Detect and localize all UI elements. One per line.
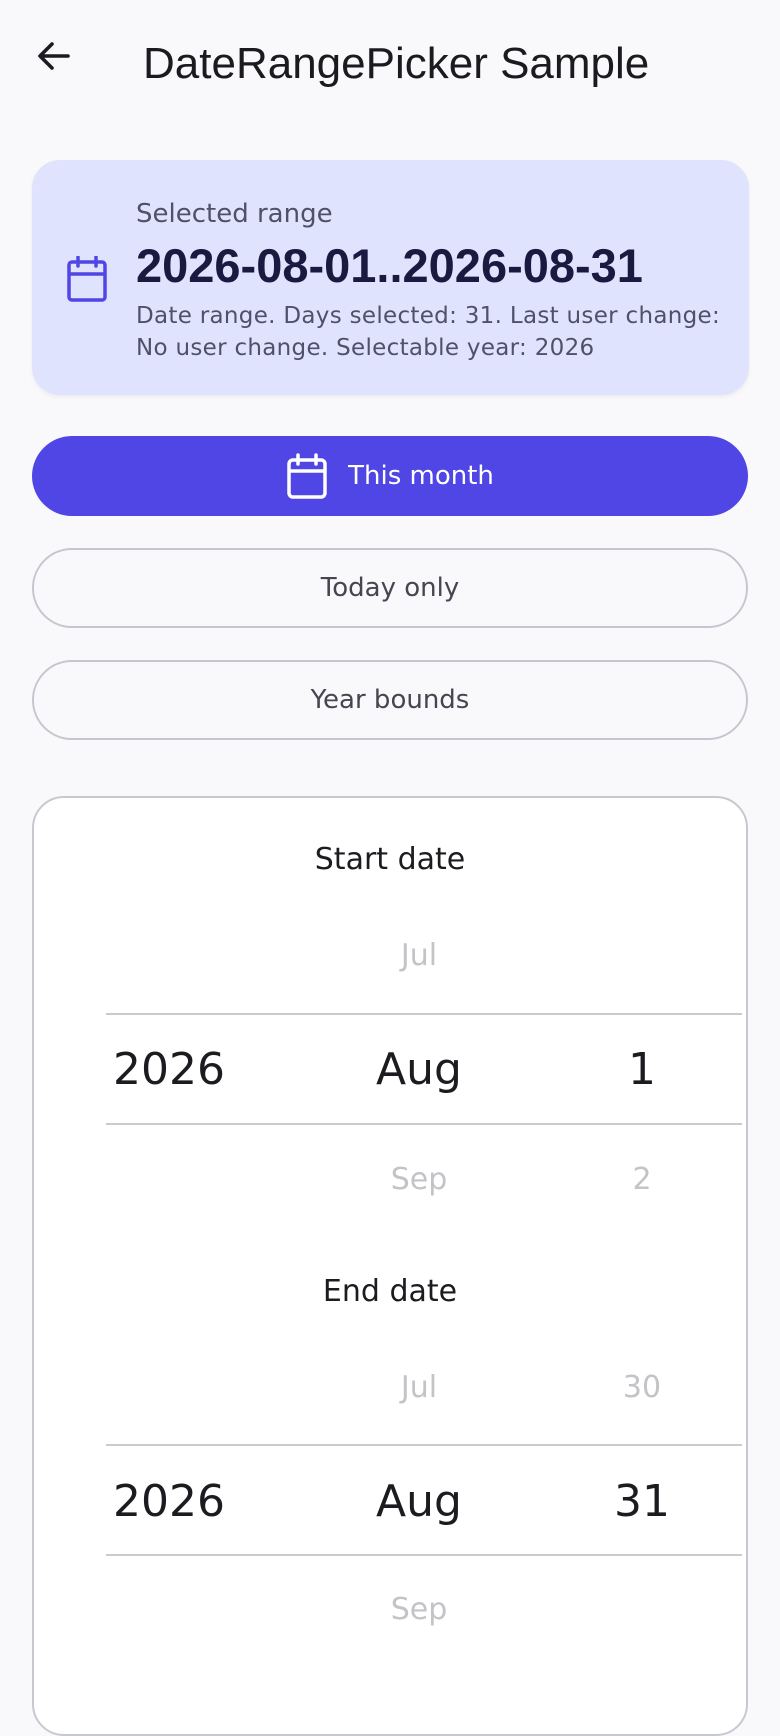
page-title: DateRangePicker Sample (143, 39, 650, 88)
range-description: Date range. Days selected: 31. Last user… (136, 303, 721, 361)
start-month-below[interactable]: Sep (391, 1160, 448, 1200)
end-month-wheel[interactable]: Aug (376, 1474, 462, 1530)
end-selection-top-divider (106, 1444, 742, 1446)
end-day-wheel[interactable]: 31 (614, 1474, 670, 1530)
year-bounds-button[interactable]: Year bounds (32, 660, 748, 740)
date-range-picker: Start date Jul 2026 Aug 1 Sep 2 End date… (32, 796, 748, 1736)
start-day-below[interactable]: 2 (632, 1160, 651, 1200)
summary-label: Selected range (136, 199, 333, 229)
end-day-above[interactable]: 30 (623, 1368, 661, 1408)
this-month-label: This month (348, 461, 494, 491)
start-selection-top-divider (106, 1013, 742, 1015)
end-selection-bottom-divider (106, 1554, 742, 1556)
calendar-icon (287, 453, 327, 499)
start-year-wheel[interactable]: 2026 (113, 1042, 225, 1098)
selected-range-card: Selected range 2026-08-01..2026-08-31 Da… (32, 160, 749, 395)
calendar-icon (67, 256, 107, 302)
start-date-label: Start date (314, 842, 466, 877)
arrow-left-icon (38, 42, 70, 70)
start-month-wheel[interactable]: Aug (376, 1042, 462, 1098)
start-selection-bottom-divider (106, 1123, 742, 1125)
today-only-button[interactable]: Today only (32, 548, 748, 628)
year-bounds-label: Year bounds (310, 685, 470, 715)
end-date-label: End date (322, 1274, 458, 1309)
this-month-button[interactable]: This month (32, 436, 748, 516)
end-year-wheel[interactable]: 2026 (113, 1474, 225, 1530)
start-day-wheel[interactable]: 1 (628, 1042, 656, 1098)
top-app-bar: DateRangePicker Sample (0, 0, 780, 128)
today-only-label: Today only (320, 573, 460, 603)
start-month-above[interactable]: Jul (401, 936, 437, 976)
end-month-above[interactable]: Jul (401, 1368, 437, 1408)
selected-range-value: 2026-08-01..2026-08-31 (136, 239, 643, 292)
back-button[interactable] (22, 24, 86, 88)
end-month-below[interactable]: Sep (391, 1590, 448, 1630)
